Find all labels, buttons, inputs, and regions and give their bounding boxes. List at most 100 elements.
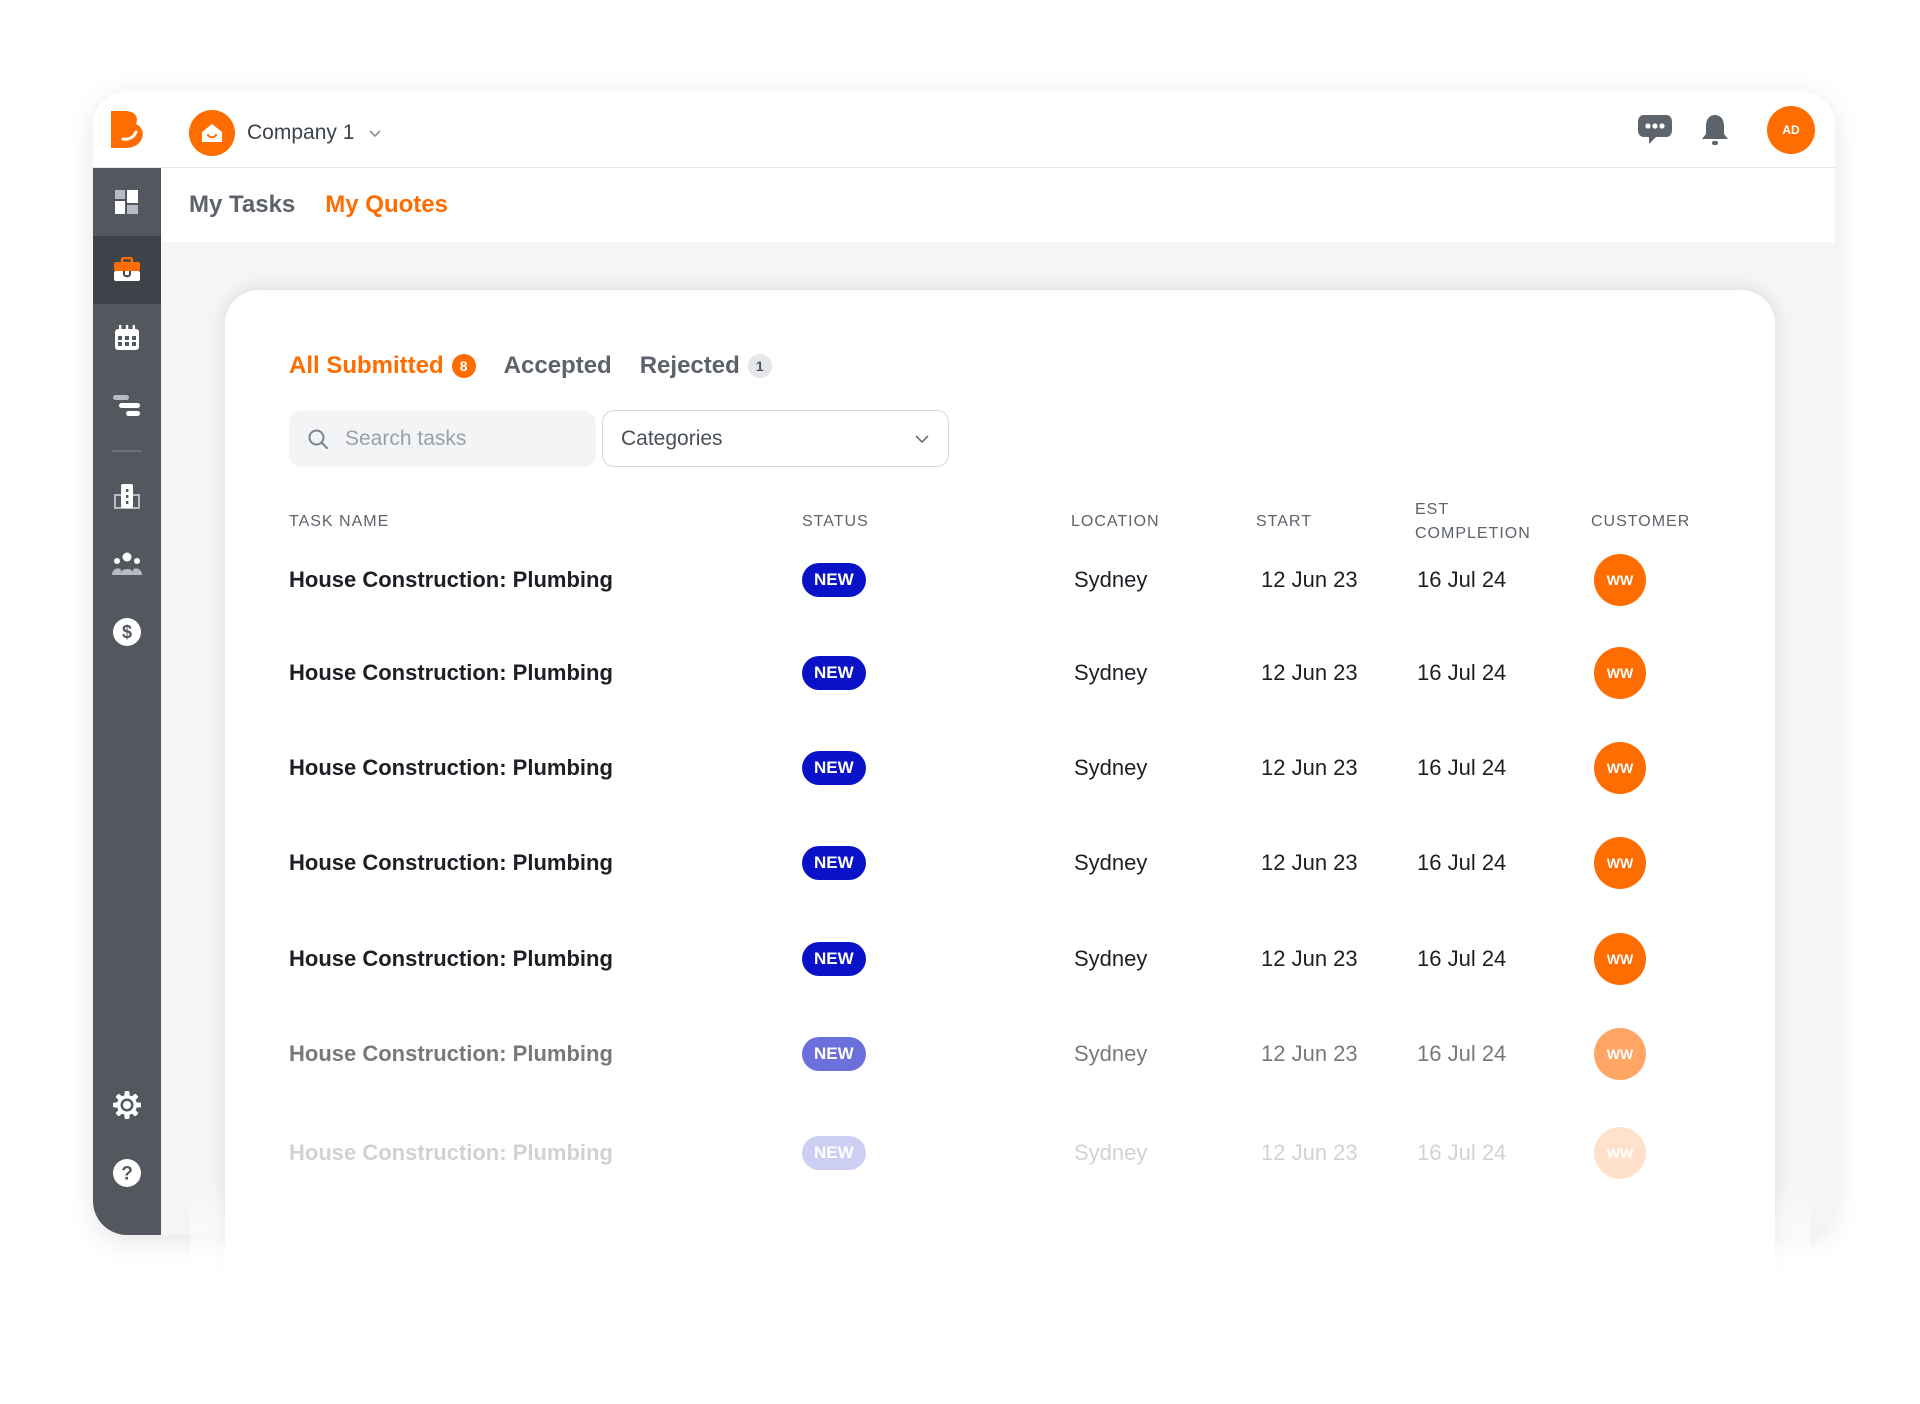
table-row[interactable]: House Construction: Plumbing NEW Sydney … bbox=[225, 643, 1775, 703]
sidebar-item-buildings[interactable] bbox=[93, 462, 161, 530]
location: Sydney bbox=[1074, 1140, 1148, 1165]
count-badge: 1 bbox=[747, 354, 772, 378]
company-switcher[interactable]: Company 1 bbox=[189, 110, 382, 156]
task-name[interactable]: House Construction: Plumbing bbox=[289, 567, 613, 593]
est-completion-date: 16 Jul 24 bbox=[1417, 850, 1507, 875]
sidebar-item-help[interactable]: ? bbox=[93, 1139, 161, 1207]
column-header-est-completion[interactable]: EST COMPLETION bbox=[1415, 498, 1531, 546]
column-header-location[interactable]: LOCATION bbox=[1071, 510, 1160, 534]
task-name[interactable]: House Construction: Plumbing bbox=[289, 755, 613, 781]
tab-my-tasks[interactable]: My Tasks bbox=[189, 191, 295, 219]
start-date: 12 Jun 23 bbox=[1261, 755, 1358, 780]
est-completion-date: 16 Jul 24 bbox=[1417, 755, 1507, 780]
location: Sydney bbox=[1074, 1041, 1148, 1066]
sidebar-item-timeline[interactable] bbox=[93, 372, 161, 440]
customer-avatar[interactable]: WW bbox=[1594, 933, 1646, 985]
messages-button[interactable] bbox=[1625, 105, 1685, 155]
location: Sydney bbox=[1074, 946, 1148, 971]
start-date: 12 Jun 23 bbox=[1261, 567, 1358, 592]
quote-status-tabs: All Submitted 8 Accepted Rejected 1 bbox=[289, 352, 772, 380]
location: Sydney bbox=[1074, 567, 1148, 592]
customer-avatar[interactable]: WW bbox=[1594, 1127, 1646, 1179]
status-badge: NEW bbox=[802, 563, 866, 597]
task-name[interactable]: House Construction: Plumbing bbox=[289, 1041, 613, 1067]
table-row[interactable]: House Construction: Plumbing NEW Sydney … bbox=[225, 1024, 1775, 1084]
company-home-icon bbox=[189, 110, 235, 156]
task-name[interactable]: House Construction: Plumbing bbox=[289, 660, 613, 686]
quotes-card: All Submitted 8 Accepted Rejected 1 Cate… bbox=[225, 290, 1775, 1300]
status-badge: NEW bbox=[802, 942, 866, 976]
task-name[interactable]: House Construction: Plumbing bbox=[289, 946, 613, 972]
location: Sydney bbox=[1074, 660, 1148, 685]
est-completion-date: 16 Jul 24 bbox=[1417, 1140, 1507, 1165]
location: Sydney bbox=[1074, 850, 1148, 875]
table-row[interactable]: House Construction: Plumbing NEW Sydney … bbox=[225, 833, 1775, 893]
task-name[interactable]: House Construction: Plumbing bbox=[289, 850, 613, 876]
task-name[interactable]: House Construction: Plumbing bbox=[289, 1140, 613, 1166]
column-header-start[interactable]: START bbox=[1256, 510, 1312, 534]
start-date: 12 Jun 23 bbox=[1261, 1041, 1358, 1066]
location: Sydney bbox=[1074, 755, 1148, 780]
table-row[interactable]: House Construction: Plumbing NEW Sydney … bbox=[225, 550, 1775, 610]
company-name: Company 1 bbox=[247, 121, 355, 144]
sidebar-item-jobs[interactable] bbox=[93, 236, 161, 304]
status-badge: NEW bbox=[802, 1136, 866, 1170]
tab-my-quotes[interactable]: My Quotes bbox=[325, 191, 448, 219]
sidebar-item-calendar[interactable] bbox=[93, 304, 161, 372]
customer-avatar[interactable]: WW bbox=[1594, 837, 1646, 889]
customer-avatar[interactable]: WW bbox=[1594, 1028, 1646, 1080]
status-badge: NEW bbox=[802, 846, 866, 880]
search-icon bbox=[308, 429, 328, 449]
tab-label: Rejected bbox=[639, 352, 740, 379]
svg-text:$: $ bbox=[122, 622, 132, 642]
tab-rejected[interactable]: Rejected 1 bbox=[640, 352, 772, 380]
customer-avatar[interactable]: WW bbox=[1594, 647, 1646, 699]
column-header-status[interactable]: STATUS bbox=[802, 510, 869, 534]
est-completion-date: 16 Jul 24 bbox=[1417, 1041, 1507, 1066]
est-completion-date: 16 Jul 24 bbox=[1417, 946, 1507, 971]
team-icon bbox=[112, 552, 142, 575]
tab-label: Accepted bbox=[503, 352, 612, 379]
categories-select-value: Categories bbox=[621, 426, 723, 450]
status-badge: NEW bbox=[802, 751, 866, 785]
chat-icon bbox=[1638, 115, 1672, 144]
svg-text:?: ? bbox=[121, 1164, 133, 1185]
notifications-button[interactable] bbox=[1685, 105, 1745, 155]
est-completion-date: 16 Jul 24 bbox=[1417, 567, 1507, 592]
tab-label: All Submitted bbox=[289, 352, 444, 379]
categories-select[interactable]: Categories bbox=[602, 410, 949, 467]
sidebar-item-billing[interactable]: $ bbox=[93, 598, 161, 666]
gear-icon bbox=[113, 1091, 141, 1119]
chevron-down-icon bbox=[369, 130, 381, 138]
sidebar-item-settings[interactable] bbox=[93, 1071, 161, 1139]
dollar-icon: $ bbox=[113, 617, 141, 646]
search-input[interactable] bbox=[345, 427, 565, 451]
tab-all-submitted[interactable]: All Submitted 8 bbox=[289, 352, 476, 380]
calendar-icon bbox=[115, 325, 139, 350]
sidebar-item-team[interactable] bbox=[93, 530, 161, 598]
search-field[interactable] bbox=[289, 411, 596, 467]
est-completion-date: 16 Jul 24 bbox=[1417, 660, 1507, 685]
column-header-line: COMPLETION bbox=[1415, 525, 1531, 542]
sidebar-item-dashboard[interactable] bbox=[93, 168, 161, 236]
table-row[interactable]: House Construction: Plumbing NEW Sydney … bbox=[225, 738, 1775, 798]
start-date: 12 Jun 23 bbox=[1261, 660, 1358, 685]
briefcase-icon bbox=[114, 257, 140, 281]
top-bar: Company 1 AD bbox=[93, 91, 1835, 168]
table-row[interactable]: House Construction: Plumbing NEW Sydney … bbox=[225, 929, 1775, 989]
column-header-task-name[interactable]: TASK NAME bbox=[289, 510, 389, 534]
customer-avatar[interactable]: WW bbox=[1594, 554, 1646, 606]
building-icon bbox=[114, 483, 140, 509]
sidebar: $ ? bbox=[93, 168, 161, 1235]
column-header-line: EST bbox=[1415, 501, 1450, 518]
count-badge: 8 bbox=[451, 354, 476, 378]
tab-accepted[interactable]: Accepted bbox=[504, 352, 612, 380]
customer-avatar[interactable]: WW bbox=[1594, 742, 1646, 794]
user-avatar[interactable]: AD bbox=[1767, 106, 1815, 154]
sub-navigation: My Tasks My Quotes bbox=[161, 168, 1835, 242]
brand-logo-icon[interactable] bbox=[109, 109, 145, 149]
table-row[interactable]: House Construction: Plumbing NEW Sydney … bbox=[225, 1123, 1775, 1183]
sidebar-divider bbox=[112, 450, 142, 452]
column-header-customer[interactable]: CUSTOMER bbox=[1591, 510, 1690, 534]
start-date: 12 Jun 23 bbox=[1261, 850, 1358, 875]
